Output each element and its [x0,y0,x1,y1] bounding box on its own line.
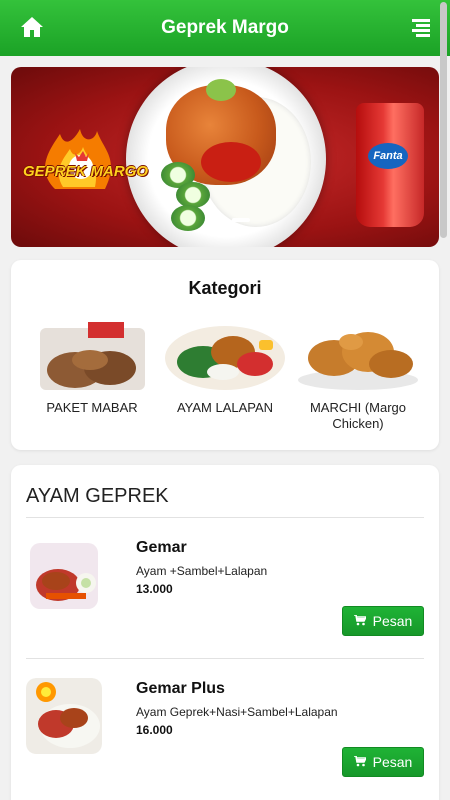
page-scrollbar[interactable] [439,0,447,800]
category-item-paket-mabar[interactable]: PAKET MABAR [30,322,154,416]
drink-logo: Fanta [368,143,408,169]
order-button-label: Pesan [372,613,413,629]
divider [26,658,424,659]
menu-item-name: Gemar [136,539,187,556]
menu-item-name: Gemar Plus [136,680,225,697]
menu-item-description: Ayam +Sambel+Lalapan [136,564,268,578]
menu-section-card: AYAM GEPREK Gemar Ayam +Sambel+Lalapan 1… [11,465,439,800]
divider [26,517,424,518]
app-header: Geprek Margo [0,0,450,56]
scrollbar-thumb[interactable] [440,2,447,238]
lime-image [206,79,236,101]
carousel-indicator[interactable] [232,218,250,222]
order-button[interactable]: Pesan [342,747,424,777]
cart-icon [353,613,367,629]
cucumber-slice-image [176,182,210,208]
menu-lines-icon[interactable] [412,18,430,38]
category-item-ayam-lalapan[interactable]: AYAM LALAPAN [163,322,287,416]
category-label: PAKET MABAR [46,400,138,415]
menu-item-image[interactable] [26,678,102,754]
cucumber-slice-image [171,205,205,231]
marchi-chicken-image [296,322,420,390]
menu-item-price: 16.000 [136,723,173,737]
category-title: Kategori [188,278,262,298]
menu-item-price: 13.000 [136,582,173,596]
app-title: Geprek Margo [161,17,289,38]
brand-logo-text: GEPREK MARGO [23,163,149,180]
home-icon[interactable] [20,15,44,39]
paket-mabar-image [30,322,154,390]
category-label: AYAM LALAPAN [176,400,274,415]
cart-icon [353,754,367,770]
ayam-lalapan-image [163,322,287,390]
category-label: MARCHI (Margo Chicken) [309,400,407,431]
menu-item-description: Ayam Geprek+Nasi+Sambel+Lalapan [136,705,338,719]
section-title: AYAM GEPREK [26,485,169,507]
menu-item-image[interactable] [26,537,102,613]
category-card: Kategori PAKET MABAR AYAM LALAPAN MARCHI… [11,260,439,450]
order-button[interactable]: Pesan [342,606,424,636]
promo-banner[interactable]: Fanta GEPREK MARGO [11,67,439,247]
category-item-marchi[interactable]: MARCHI (Margo Chicken) [296,322,420,432]
sambal-image [201,142,261,182]
order-button-label: Pesan [372,754,413,770]
